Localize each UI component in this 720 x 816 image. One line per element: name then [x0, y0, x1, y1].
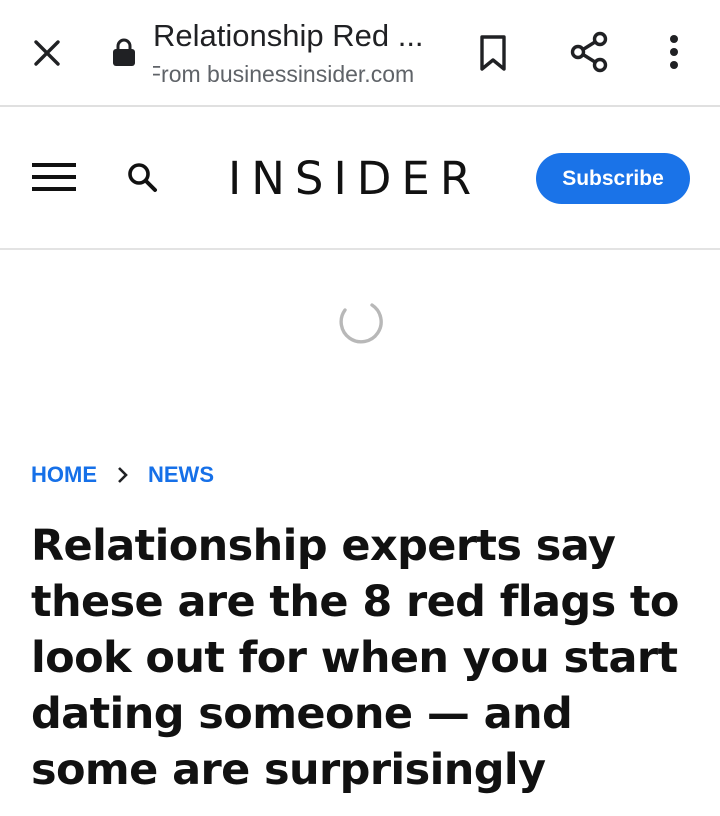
- menu-line: [32, 187, 76, 191]
- breadcrumb-home-link[interactable]: HOME: [31, 462, 97, 488]
- chevron-right-icon: [117, 466, 129, 484]
- subscribe-button[interactable]: Subscribe: [536, 153, 690, 204]
- breadcrumb: HOME NEWS: [31, 462, 214, 488]
- close-button[interactable]: [22, 28, 72, 78]
- menu-line: [32, 175, 76, 179]
- search-button[interactable]: [122, 157, 162, 197]
- loading-spinner-icon: [339, 303, 383, 344]
- overflow-menu-button[interactable]: [652, 27, 696, 77]
- source-domain: From businessinsider.com: [153, 61, 415, 87]
- hamburger-menu-icon[interactable]: [32, 159, 78, 195]
- share-button[interactable]: [564, 27, 614, 77]
- source-domain-clip: From businessinsider.com: [153, 58, 443, 90]
- bookmark-button[interactable]: [470, 30, 516, 76]
- lock-icon: [113, 38, 135, 66]
- share-icon: [570, 31, 608, 73]
- site-header: INSIDER Subscribe: [0, 107, 720, 250]
- search-icon: [128, 163, 157, 192]
- browser-toolbar: Relationship Red ... From businessinside…: [0, 0, 720, 107]
- insider-logo[interactable]: INSIDER: [228, 152, 481, 205]
- menu-line: [32, 163, 76, 167]
- more-vert-icon: [670, 35, 678, 69]
- close-icon: [34, 40, 60, 66]
- breadcrumb-news-link[interactable]: NEWS: [148, 462, 214, 488]
- article-headline: Relationship experts say these are the 8…: [31, 521, 679, 816]
- bookmark-icon: [480, 35, 506, 71]
- page-title: Relationship Red ...: [153, 18, 424, 53]
